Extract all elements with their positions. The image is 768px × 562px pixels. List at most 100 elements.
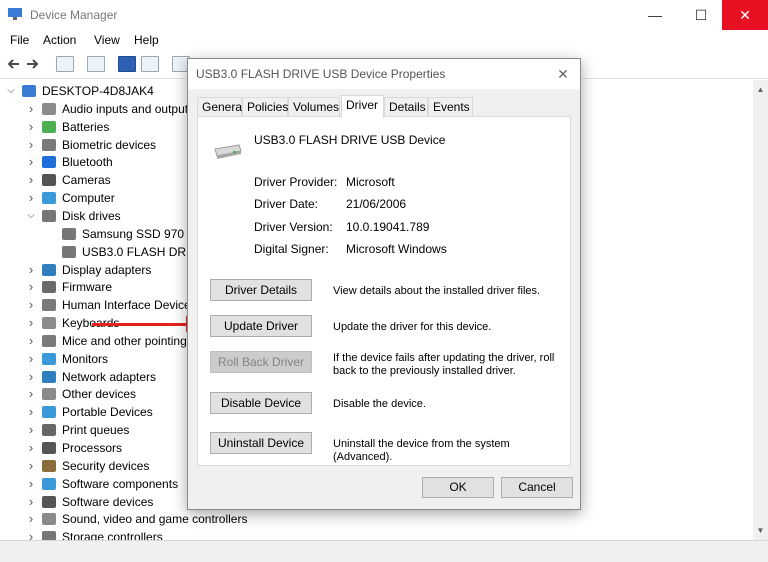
forward-arrow-icon[interactable]: [26, 57, 40, 71]
dialog-title: USB3.0 FLASH DRIVE USB Device Properties: [196, 67, 446, 81]
menu-file[interactable]: File: [10, 33, 29, 47]
ok-button[interactable]: OK: [422, 477, 494, 498]
scroll-down-icon[interactable]: ▼: [753, 523, 768, 538]
title-bar: Device Manager — ☐ ✕: [0, 0, 768, 30]
chevron-right-icon[interactable]: ›: [26, 403, 36, 421]
roll-back-driver-description: If the device fails after updating the d…: [333, 352, 555, 377]
chevron-right-icon[interactable]: ›: [26, 136, 36, 154]
portable-device-icon: [42, 406, 56, 419]
driver-details-button[interactable]: Driver Details: [210, 279, 312, 301]
disable-device-button[interactable]: Disable Device: [210, 392, 312, 414]
scroll-up-icon[interactable]: ▲: [753, 82, 768, 97]
menu-help[interactable]: Help: [134, 33, 159, 47]
tree-item-label: Portable Devices: [62, 405, 153, 420]
show-hide-console-tree-icon[interactable]: [56, 56, 74, 72]
window-title: Device Manager: [30, 8, 118, 22]
software-component-icon: [42, 477, 56, 490]
security-icon: [42, 459, 56, 472]
tree-item-label: Bluetooth: [62, 155, 113, 170]
tree-item-label: Human Interface Devices: [62, 298, 197, 313]
minimize-button[interactable]: —: [632, 0, 678, 30]
chevron-right-icon[interactable]: ›: [26, 528, 36, 540]
chevron-right-icon[interactable]: ›: [26, 493, 36, 511]
uninstall-device-button[interactable]: Uninstall Device: [210, 432, 312, 454]
digital-signer-label: Digital Signer:: [254, 242, 329, 256]
chevron-down-icon[interactable]: ⌵: [26, 207, 36, 225]
vertical-scrollbar[interactable]: ▲ ▼: [753, 80, 768, 540]
tree-item-label: Biometric devices: [62, 137, 157, 152]
uninstall-device-description: Uninstall the device from the system (Ad…: [333, 438, 510, 463]
menu-action[interactable]: Action: [43, 33, 76, 47]
dialog-close-button[interactable]: ✕: [552, 63, 574, 85]
action-pane-icon[interactable]: [141, 56, 159, 72]
chevron-right-icon[interactable]: ›: [26, 350, 36, 368]
update-driver-button[interactable]: Update Driver: [210, 315, 312, 337]
chevron-right-icon[interactable]: ›: [26, 314, 36, 332]
tree-item-label: Audio inputs and outputs: [62, 101, 195, 116]
tree-item-label: Storage controllers: [62, 530, 163, 540]
chevron-right-icon[interactable]: ›: [26, 118, 36, 136]
cancel-button[interactable]: Cancel: [501, 477, 573, 498]
monitor-icon: [42, 352, 56, 365]
tree-item-label: Cameras: [62, 173, 111, 188]
chevron-right-icon[interactable]: ›: [26, 439, 36, 457]
tree-item-label: Display adapters: [62, 262, 152, 277]
driver-provider-label: Driver Provider:: [254, 175, 338, 189]
driver-date-label: Driver Date:: [254, 197, 319, 211]
tree-item-label: Software devices: [62, 494, 154, 509]
hid-icon: [42, 299, 56, 312]
roll-back-driver-button[interactable]: Roll Back Driver: [210, 351, 312, 373]
driver-details-description: View details about the installed driver …: [333, 285, 541, 297]
software-device-icon: [42, 495, 56, 508]
status-bar: [0, 540, 768, 562]
chevron-right-icon[interactable]: ›: [26, 510, 36, 528]
processor-icon: [42, 442, 56, 454]
chevron-right-icon[interactable]: ›: [26, 368, 36, 386]
driver-version-label: Driver Version:: [254, 220, 333, 234]
network-icon: [42, 370, 56, 383]
properties-dialog: USB3.0 FLASH DRIVE USB Device Properties…: [187, 58, 581, 510]
tree-item-label: Processors: [62, 441, 123, 455]
printer-icon: [42, 424, 56, 437]
tree-row[interactable]: › Storage controllers: [0, 528, 750, 540]
tab-details[interactable]: Details: [384, 97, 428, 117]
tab-volumes[interactable]: Volumes: [288, 97, 340, 117]
chevron-right-icon[interactable]: ›: [26, 153, 36, 171]
usb-drive-icon: [214, 144, 242, 159]
tree-item-label: Disk drives: [62, 208, 121, 223]
tab-policies[interactable]: Policies: [242, 97, 288, 117]
driver-version-value: 10.0.19041.789: [346, 220, 430, 234]
storage-icon: [42, 531, 56, 540]
tree-item-label: Monitors: [62, 351, 109, 366]
chevron-right-icon[interactable]: ›: [26, 100, 36, 118]
chevron-down-icon[interactable]: ⌵: [6, 82, 16, 100]
chevron-right-icon[interactable]: ›: [26, 261, 36, 279]
dialog-title-bar: USB3.0 FLASH DRIVE USB Device Properties…: [188, 59, 580, 89]
annotation-arrow-line: [92, 323, 188, 326]
battery-icon: [42, 120, 56, 133]
keyboard-icon: [42, 317, 56, 330]
chevron-right-icon[interactable]: ›: [26, 332, 36, 350]
chevron-right-icon[interactable]: ›: [26, 385, 36, 403]
close-window-button[interactable]: ✕: [722, 0, 768, 30]
maximize-button[interactable]: ☐: [678, 0, 724, 30]
help-icon[interactable]: [118, 56, 136, 72]
chevron-right-icon[interactable]: ›: [26, 296, 36, 314]
chevron-right-icon[interactable]: ›: [26, 171, 36, 189]
tree-row[interactable]: › Sound, video and game controllers: [0, 510, 750, 528]
tab-events[interactable]: Events: [428, 97, 473, 117]
chevron-right-icon[interactable]: ›: [26, 189, 36, 207]
chevron-right-icon[interactable]: ›: [26, 421, 36, 439]
display-adapter-icon: [42, 263, 56, 276]
chevron-right-icon[interactable]: ›: [26, 278, 36, 296]
tree-item-label: DESKTOP-4D8JAK4: [42, 84, 154, 98]
menu-view[interactable]: View: [94, 33, 120, 47]
properties-icon[interactable]: [87, 56, 105, 72]
back-arrow-icon[interactable]: [6, 57, 20, 71]
camera-icon: [42, 174, 56, 187]
tree-item-label: Print queues: [62, 423, 130, 438]
chevron-right-icon[interactable]: ›: [26, 475, 36, 493]
tab-driver[interactable]: Driver: [341, 95, 384, 118]
tab-general[interactable]: General: [197, 97, 245, 117]
chevron-right-icon[interactable]: ›: [26, 457, 36, 475]
